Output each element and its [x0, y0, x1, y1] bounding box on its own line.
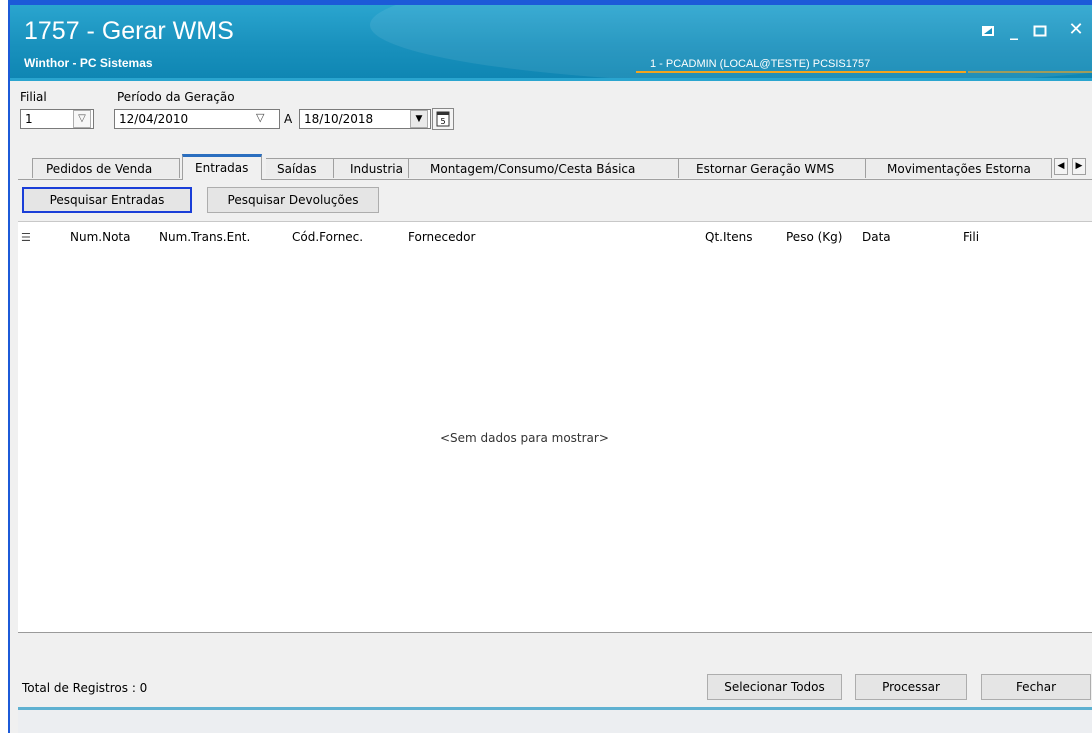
- tab-label: Pedidos de Venda: [46, 162, 153, 176]
- grid-empty-message: <Sem dados para mostrar>: [440, 431, 609, 445]
- tab-industria[interactable]: Industria: [334, 158, 409, 178]
- processar-button[interactable]: Processar: [855, 674, 967, 700]
- tab-baseline: [18, 179, 1092, 180]
- tab-label: Movimentações Estorna: [887, 162, 1031, 176]
- close-icon[interactable]: ✕: [1066, 19, 1086, 40]
- tab-movimentacoes-estorna[interactable]: Movimentações Estorna: [866, 158, 1052, 178]
- total-registros: Total de Registros : 0: [22, 681, 148, 695]
- minimize-icon[interactable]: _: [1004, 21, 1024, 40]
- tab-label: Saídas: [277, 162, 317, 176]
- tab-scroll-left-icon[interactable]: ◀: [1054, 158, 1068, 175]
- column-header[interactable]: Num.Trans.Ent.: [159, 230, 250, 244]
- column-header[interactable]: Fornecedor: [408, 230, 475, 244]
- entradas-grid[interactable]: ☰ Num.Nota Num.Trans.Ent. Cód.Fornec. Fo…: [18, 221, 1092, 633]
- tab-saidas[interactable]: Saídas: [266, 158, 334, 178]
- tab-label: Entradas: [195, 161, 249, 175]
- column-header[interactable]: Peso (Kg): [786, 230, 842, 244]
- tab-pedidos-de-venda[interactable]: Pedidos de Venda: [32, 158, 180, 178]
- filial-dropdown-icon[interactable]: ▽: [73, 110, 91, 128]
- period-separator: A: [284, 112, 293, 126]
- pesquisar-devolucoes-button[interactable]: Pesquisar Devoluções: [207, 187, 379, 213]
- title-bar: 1757 - Gerar WMS Winthor - PC Sistemas 1…: [10, 5, 1092, 78]
- filial-label: Filial: [20, 90, 47, 104]
- user-info-underline-extension: [968, 71, 1092, 73]
- tab-estornar-geracao[interactable]: Estornar Geração WMS: [679, 158, 866, 178]
- user-info: 1 - PCADMIN (LOCAL@TESTE) PCSIS1757: [650, 58, 871, 70]
- restore-icon[interactable]: [978, 23, 998, 42]
- column-header[interactable]: Data: [862, 230, 891, 244]
- tab-entradas[interactable]: Entradas: [182, 154, 262, 180]
- tab-label: Estornar Geração WMS: [696, 162, 835, 176]
- calendar-icon[interactable]: 5: [432, 108, 454, 130]
- column-header[interactable]: Cód.Fornec.: [292, 230, 363, 244]
- selecionar-todos-button[interactable]: Selecionar Todos: [707, 674, 842, 700]
- main-window: 1757 - Gerar WMS Winthor - PC Sistemas 1…: [8, 0, 1092, 733]
- title-bar-border: [10, 78, 1092, 81]
- tab-label: Industria: [350, 162, 403, 176]
- date-from-value: 12/04/2010: [119, 112, 189, 126]
- pesquisar-entradas-button[interactable]: Pesquisar Entradas: [22, 187, 192, 213]
- date-to-dropdown-icon[interactable]: ▼: [410, 110, 428, 128]
- fechar-button[interactable]: Fechar: [981, 674, 1091, 700]
- date-from-dropdown-icon[interactable]: ▽: [256, 111, 264, 124]
- window-title: 1757 - Gerar WMS: [24, 17, 234, 45]
- grid-column-chooser-icon[interactable]: ☰: [21, 231, 31, 244]
- filial-value: 1: [25, 112, 33, 126]
- tab-label: Montagem/Consumo/Cesta Básica: [430, 162, 636, 176]
- svg-text:5: 5: [440, 117, 445, 126]
- window-subtitle: Winthor - PC Sistemas: [24, 56, 153, 70]
- status-bar: [18, 710, 1092, 733]
- tab-strip: Pedidos de Venda Entradas Saídas Industr…: [10, 150, 1092, 180]
- tab-montagem[interactable]: Montagem/Consumo/Cesta Básica: [409, 158, 679, 178]
- column-header[interactable]: Num.Nota: [70, 230, 130, 244]
- maximize-icon[interactable]: [1030, 23, 1050, 42]
- column-header[interactable]: Fili: [963, 230, 979, 244]
- date-to-value: 18/10/2018: [304, 112, 374, 126]
- user-info-underline: [636, 71, 966, 73]
- column-header[interactable]: Qt.Itens: [705, 230, 752, 244]
- tab-scroll-right-icon[interactable]: ▶: [1072, 158, 1086, 175]
- periodo-label: Período da Geração: [117, 90, 235, 104]
